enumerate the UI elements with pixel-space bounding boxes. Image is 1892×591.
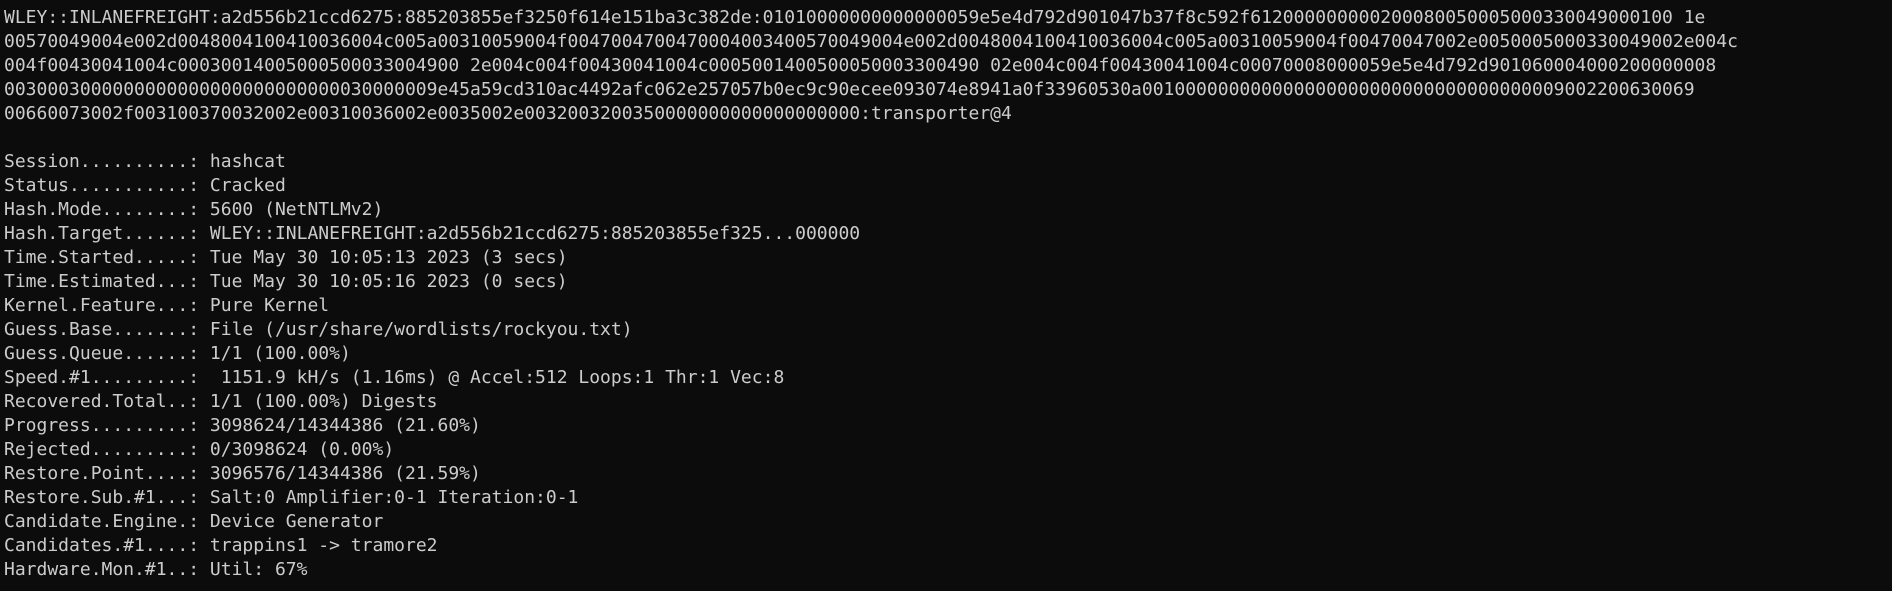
- status-value: WLEY::INLANEFREIGHT:a2d556b21ccd6275:885…: [209, 223, 861, 244]
- status-value: trappins1 -> tramore2: [209, 535, 438, 556]
- status-key: Speed.#1.........:: [4, 367, 200, 388]
- hash-line: 00660073002f003100370032002e00310036002e…: [4, 103, 1012, 124]
- status-value: Util: 67%: [209, 559, 308, 580]
- status-row: Hash.Mode........: 5600 (NetNTLMv2): [4, 198, 1892, 222]
- status-row: Recovered.Total..: 1/1 (100.00%) Digests: [4, 390, 1892, 414]
- status-row: Speed.#1.........: 1151.9 kH/s (1.16ms) …: [4, 366, 1892, 390]
- status-key: Restore.Point....:: [4, 463, 200, 484]
- hash-line: 004f00430041004c000300140050005000330049…: [4, 55, 1717, 76]
- status-value: Pure Kernel: [209, 295, 330, 316]
- status-row: Candidate.Engine.: Device Generator: [4, 510, 1892, 534]
- status-key: Hash.Mode........:: [4, 199, 200, 220]
- status-key: Rejected.........:: [4, 439, 200, 460]
- status-value: hashcat: [209, 151, 286, 172]
- status-key: Guess.Base.......:: [4, 319, 200, 340]
- status-value: 1/1 (100.00%) Digests: [209, 391, 438, 412]
- status-key: Hardware.Mon.#1..:: [4, 559, 200, 580]
- status-value: File (/usr/share/wordlists/rockyou.txt): [209, 319, 633, 340]
- status-key: Candidates.#1....:: [4, 535, 200, 556]
- status-value: 3096576/14344386 (21.59%): [209, 463, 481, 484]
- status-value: 3098624/14344386 (21.60%): [209, 415, 481, 436]
- status-key: Progress.........:: [4, 415, 200, 436]
- status-value: Device Generator: [209, 511, 384, 532]
- status-row: Progress.........: 3098624/14344386 (21.…: [4, 414, 1892, 438]
- status-value: 0/3098624 (0.00%): [209, 439, 395, 460]
- status-row: Session..........: hashcat: [4, 150, 1892, 174]
- status-row: Guess.Queue......: 1/1 (100.00%): [4, 342, 1892, 366]
- status-key: Time.Started.....:: [4, 247, 200, 268]
- status-value: Salt:0 Amplifier:0-1 Iteration:0-1: [209, 487, 579, 508]
- status-row: Rejected.........: 0/3098624 (0.00%): [4, 438, 1892, 462]
- status-key: Hash.Target......:: [4, 223, 200, 244]
- status-key: Time.Estimated...:: [4, 271, 200, 292]
- status-row: Hash.Target......: WLEY::INLANEFREIGHT:a…: [4, 222, 1892, 246]
- status-row: Status...........: Cracked: [4, 174, 1892, 198]
- status-value: 1/1 (100.00%): [209, 343, 351, 364]
- status-row: Restore.Point....: 3096576/14344386 (21.…: [4, 462, 1892, 486]
- status-block: Session..........: hashcat Status.......…: [4, 150, 1892, 582]
- status-value: 1151.9 kH/s (1.16ms) @ Accel:512 Loops:1…: [209, 367, 785, 388]
- status-key: Status...........:: [4, 175, 200, 196]
- status-key: Guess.Queue......:: [4, 343, 200, 364]
- status-value: Tue May 30 10:05:13 2023 (3 secs): [209, 247, 568, 268]
- status-key: Kernel.Feature...:: [4, 295, 200, 316]
- status-row: Guess.Base.......: File (/usr/share/word…: [4, 318, 1892, 342]
- status-row: Kernel.Feature...: Pure Kernel: [4, 294, 1892, 318]
- hash-line: 00570049004e002d0048004100410036004c005a…: [4, 31, 1738, 52]
- terminal-window[interactable]: WLEY::INLANEFREIGHT:a2d556b21ccd6275:885…: [0, 0, 1892, 591]
- status-row: Time.Estimated...: Tue May 30 10:05:16 2…: [4, 270, 1892, 294]
- status-key: Candidate.Engine.:: [4, 511, 200, 532]
- status-value: Cracked: [209, 175, 286, 196]
- status-row: Hardware.Mon.#1..: Util: 67%: [4, 558, 1892, 582]
- hash-line: WLEY::INLANEFREIGHT:a2d556b21ccd6275:885…: [4, 7, 1706, 28]
- status-key: Recovered.Total..:: [4, 391, 200, 412]
- hash-line: 0030003000000000000000000000000030000009…: [4, 79, 1695, 100]
- status-value: Tue May 30 10:05:16 2023 (0 secs): [209, 271, 568, 292]
- status-row: Candidates.#1....: trappins1 -> tramore2: [4, 534, 1892, 558]
- status-value: 5600 (NetNTLMv2): [209, 199, 384, 220]
- status-row: Time.Started.....: Tue May 30 10:05:13 2…: [4, 246, 1892, 270]
- status-row: Restore.Sub.#1...: Salt:0 Amplifier:0-1 …: [4, 486, 1892, 510]
- status-key: Session..........:: [4, 151, 200, 172]
- status-key: Restore.Sub.#1...:: [4, 487, 200, 508]
- cracked-hash-output: WLEY::INLANEFREIGHT:a2d556b21ccd6275:885…: [4, 6, 1892, 126]
